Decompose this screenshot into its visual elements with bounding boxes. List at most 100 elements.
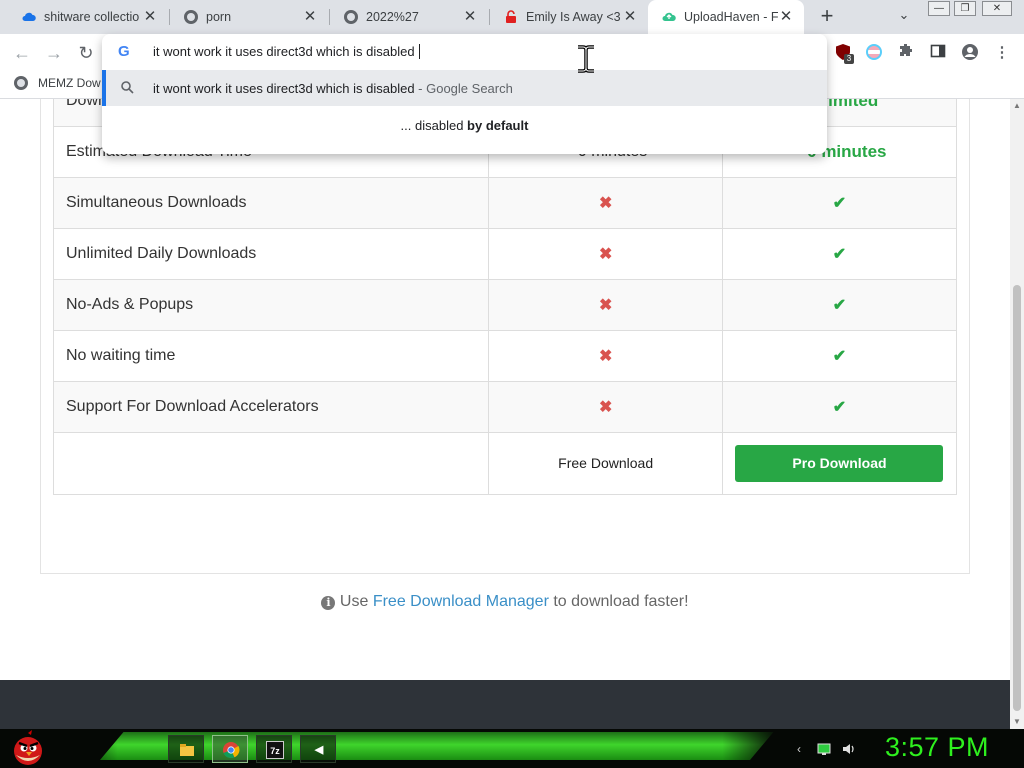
free-cell: ✖ <box>488 177 723 229</box>
omnibox-dropdown: G it wont work it uses direct3d which is… <box>102 34 827 154</box>
tab-title: porn <box>206 10 232 24</box>
taskbar-app-7zip[interactable]: 7z <box>256 735 292 763</box>
scroll-up-arrow-icon[interactable]: ▲ <box>1013 102 1021 110</box>
suggestion-text: it wont work it uses direct3d which is d… <box>153 81 513 96</box>
side-panel-icon[interactable] <box>928 43 948 63</box>
tab-search-button[interactable]: ⌄ <box>894 7 914 27</box>
pro-download-button[interactable]: Pro Download <box>735 445 944 482</box>
close-icon[interactable]: ✕ <box>142 9 158 25</box>
tab-title: shitware collection <box>44 10 140 24</box>
comparison-table: Download SpeedLimitedUnlimitedEstimated … <box>52 99 958 495</box>
profile-avatar-icon[interactable] <box>960 43 980 63</box>
close-icon[interactable]: ✕ <box>462 9 478 25</box>
taskbar: 7z ◀ ‹ 3:57 PM <box>0 729 1024 768</box>
cloud-icon <box>22 10 36 24</box>
table-row: Support For Download Accelerators ✖ ✔ <box>52 381 958 433</box>
check-icon: ✔ <box>832 348 847 365</box>
extension-circle-icon[interactable] <box>864 43 884 63</box>
feature-cell: Unlimited Daily Downloads <box>52 228 490 280</box>
reload-button[interactable]: ↻ <box>74 41 98 65</box>
tip-prefix: ... disabled <box>400 118 468 133</box>
google-g-icon: G <box>118 43 130 60</box>
pro-cell: ✔ <box>721 330 958 382</box>
free-cell: ✖ <box>488 381 723 433</box>
tab-uploadhaven[interactable]: UploadHaven - File ✕ <box>648 0 804 34</box>
back-button[interactable]: ← <box>10 41 34 65</box>
free-download-cell: Free Download <box>488 432 723 495</box>
browser-window: shitware collection ✕ porn ✕ 2022%27 ✕ E… <box>0 0 1024 768</box>
feature-cell: No-Ads & Popups <box>52 279 490 331</box>
file-explorer-icon <box>178 741 196 759</box>
pro-cell: ✔ <box>721 381 958 433</box>
tray-chevron-icon[interactable]: ‹ <box>792 742 806 756</box>
scroll-down-arrow-icon[interactable]: ▼ <box>1013 718 1021 726</box>
7zip-icon: 7z <box>266 741 284 759</box>
pro-cell: ✔ <box>721 279 958 331</box>
taskbar-app-sound[interactable]: ◀ <box>300 735 336 763</box>
extension-badge: 3 <box>844 54 854 64</box>
cross-icon: ✖ <box>598 399 613 416</box>
fdm-note: i Use Free Download Manager to download … <box>0 593 1010 611</box>
table-row: Simultaneous Downloads ✖ ✔ <box>52 177 958 229</box>
table-row: No-Ads & Popups ✖ ✔ <box>52 279 958 331</box>
search-icon <box>120 80 134 94</box>
globe-icon <box>14 76 28 90</box>
chrome-icon <box>222 741 240 759</box>
globe-icon <box>184 10 198 24</box>
tab-emily-is-away[interactable]: Emily Is Away <3 ✕ <box>490 0 648 34</box>
minimize-button[interactable]: — <box>928 1 950 16</box>
pro-cell: ✔ <box>721 228 958 280</box>
lock-red-icon <box>504 10 518 24</box>
cross-icon: ✖ <box>598 348 613 365</box>
tab-title: 2022%27 <box>366 10 419 24</box>
tab-2022[interactable]: 2022%27 ✕ <box>330 0 488 34</box>
taskbar-clock[interactable]: 3:57 PM <box>885 732 989 763</box>
tab-porn[interactable]: porn ✕ <box>170 0 328 34</box>
page-content: Download SpeedLimitedUnlimitedEstimated … <box>0 99 1010 729</box>
text-cursor-icon <box>578 45 594 73</box>
cross-icon: ✖ <box>598 246 613 263</box>
close-window-button[interactable]: ✕ <box>982 1 1012 16</box>
close-icon[interactable]: ✕ <box>302 9 318 25</box>
sound-app-icon: ◀ <box>314 744 324 756</box>
new-tab-button[interactable]: + <box>815 5 839 29</box>
restore-button[interactable]: ❐ <box>954 1 976 16</box>
uploadhaven-icon <box>662 10 676 24</box>
suggestion-hint: - Google Search <box>414 81 513 96</box>
bookmark-memz[interactable]: MEMZ Dow <box>14 76 101 90</box>
volume-icon[interactable] <box>842 742 856 756</box>
table-row: No waiting time ✖ ✔ <box>52 330 958 382</box>
tab-title: Emily Is Away <3 <box>526 10 621 24</box>
address-input[interactable]: it wont work it uses direct3d which is d… <box>153 44 420 59</box>
close-icon[interactable]: ✕ <box>622 9 638 25</box>
free-cell: ✖ <box>488 279 723 331</box>
fdm-link[interactable]: Free Download Manager <box>373 593 549 610</box>
check-icon: ✔ <box>832 399 847 416</box>
feature-cell: No waiting time <box>52 330 490 382</box>
angry-bird-start-icon[interactable] <box>8 729 48 767</box>
taskbar-app-file-explorer[interactable] <box>168 735 204 763</box>
forward-button[interactable]: → <box>42 41 66 65</box>
scroll-thumb[interactable] <box>1013 285 1021 711</box>
free-cell: ✖ <box>488 228 723 280</box>
extensions-puzzle-icon[interactable] <box>896 43 916 63</box>
cross-icon: ✖ <box>598 297 613 314</box>
omnibox-suggestion[interactable]: it wont work it uses direct3d which is d… <box>102 70 827 106</box>
address-bar[interactable]: G it wont work it uses direct3d which is… <box>102 34 827 70</box>
pro-download-cell: Pro Download <box>721 432 958 495</box>
globe-icon <box>344 10 358 24</box>
page-scrollbar[interactable]: ▲ ▼ <box>1010 99 1024 729</box>
suggestion-query: it wont work it uses direct3d which is d… <box>153 81 415 96</box>
fdm-suffix: to download faster! <box>548 593 689 610</box>
selection-accent <box>102 70 106 106</box>
ublock-extension-icon[interactable]: 3 <box>833 43 854 64</box>
tab-shitware-collection[interactable]: shitware collection ✕ <box>8 0 168 34</box>
close-icon[interactable]: ✕ <box>778 9 794 25</box>
tip-bold: by default <box>467 118 529 133</box>
table-row: Unlimited Daily Downloads ✖ ✔ <box>52 228 958 280</box>
network-icon[interactable] <box>817 742 831 756</box>
taskbar-app-chrome[interactable] <box>212 735 248 763</box>
free-download-button[interactable]: Free Download <box>558 455 653 471</box>
menu-kebab-icon[interactable]: ⋮ <box>992 43 1012 63</box>
info-icon: i <box>321 596 336 610</box>
